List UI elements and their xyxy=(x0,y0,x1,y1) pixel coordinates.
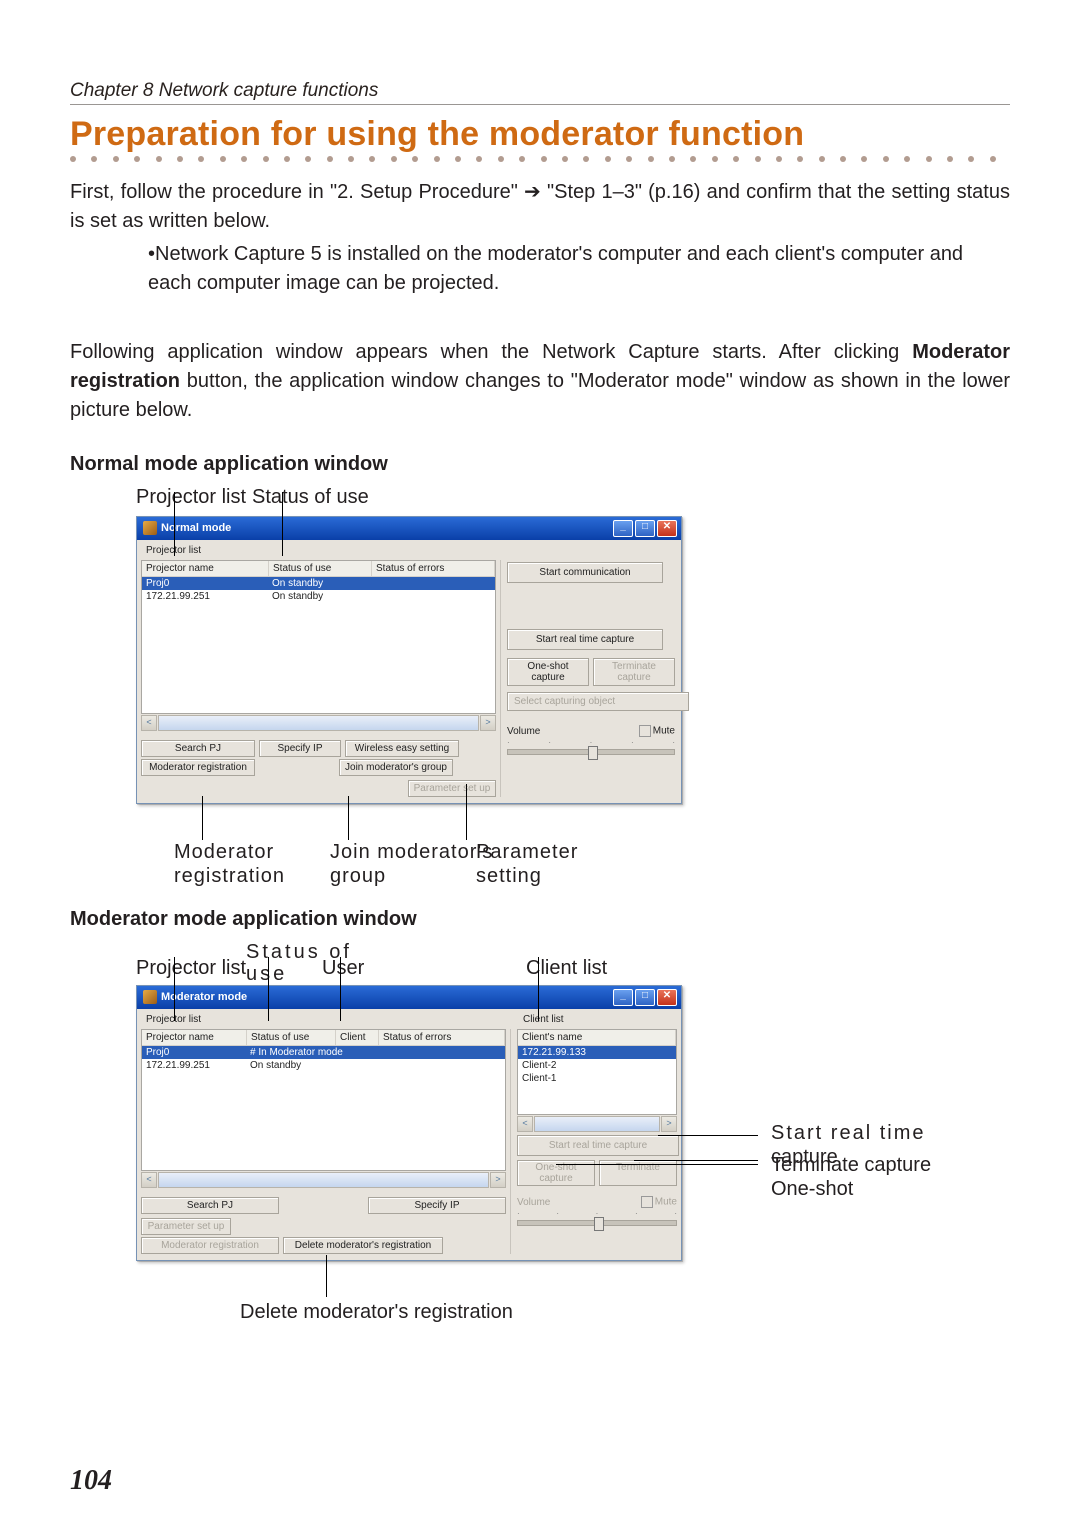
col-status-of-errors-2[interactable]: Status of errors xyxy=(379,1030,505,1045)
col-client[interactable]: Client xyxy=(336,1030,379,1045)
intro-paragraph-1: First, follow the procedure in "2. Setup… xyxy=(70,178,1010,236)
select-capturing-object-button[interactable]: Select capturing object xyxy=(507,692,689,711)
maximize-button[interactable]: □ xyxy=(635,520,655,537)
moderator-registration-button[interactable]: Moderator registration xyxy=(141,759,255,776)
header-rule xyxy=(70,104,1010,105)
close-button[interactable]: ✕ xyxy=(657,520,677,537)
page-title: Preparation for using the moderator func… xyxy=(70,115,1010,154)
moderator-window: Moderator mode _ □ ✕ Projector list Clie… xyxy=(136,985,682,1261)
normal-projector-table[interactable]: Projector name Status of use Status of e… xyxy=(141,560,496,714)
volume-label-2: Volume xyxy=(517,1197,641,1208)
callout-parameter: Parameter xyxy=(476,840,578,864)
chapter-header: Chapter 8 Network capture functions xyxy=(70,80,1010,102)
specify-ip-button[interactable]: Specify IP xyxy=(259,740,341,757)
minimize-button[interactable]: _ xyxy=(613,520,633,537)
annot-user: User xyxy=(322,957,364,980)
normal-annot-labels: Projector list Status of use xyxy=(136,486,1010,516)
mute-checkbox-2[interactable]: Mute xyxy=(641,1196,677,1208)
specify-ip-button-2[interactable]: Specify IP xyxy=(368,1197,506,1214)
col-projector-name-2[interactable]: Projector name xyxy=(142,1030,247,1045)
list-item[interactable]: Client-2 xyxy=(518,1059,676,1072)
start-realtime-button-2[interactable]: Start real time capture xyxy=(517,1135,679,1156)
minimize-button[interactable]: _ xyxy=(613,989,633,1006)
projector-list-label-2: Projector list xyxy=(140,1011,514,1025)
subheading-moderator: Moderator mode application window xyxy=(70,908,1010,931)
client-list-label: Client list xyxy=(517,1011,681,1025)
moderator-registration-button-2[interactable]: Moderator registration xyxy=(141,1237,279,1254)
list-item[interactable]: 172.21.99.133 xyxy=(518,1046,676,1059)
client-list-box[interactable]: Client's name 172.21.99.133 Client-2 Cli… xyxy=(517,1029,677,1115)
table-row[interactable]: Proj0 # In Moderator mode xyxy=(142,1046,505,1059)
col-clients-name[interactable]: Client's name xyxy=(518,1030,676,1045)
app-icon xyxy=(143,990,157,1004)
scroll-left-icon[interactable]: < xyxy=(141,715,157,731)
one-shot-button[interactable]: One-shot capture xyxy=(507,658,589,686)
col-status-of-use-2[interactable]: Status of use xyxy=(247,1030,336,1045)
moderator-window-block: Moderator mode _ □ ✕ Projector list Clie… xyxy=(136,985,1010,1261)
mute-checkbox[interactable]: Mute xyxy=(639,725,675,737)
moderator-titlebar: Moderator mode _ □ ✕ xyxy=(137,986,681,1009)
normal-window: Normal mode _ □ ✕ Projector list Project… xyxy=(136,516,682,804)
horizontal-scrollbar-2[interactable]: < > xyxy=(141,1173,506,1187)
normal-titlebar: Normal mode _ □ ✕ xyxy=(137,517,681,540)
maximize-button[interactable]: □ xyxy=(635,989,655,1006)
terminate-capture-button[interactable]: Terminate capture xyxy=(593,658,675,686)
wireless-easy-button[interactable]: Wireless easy setting xyxy=(345,740,459,757)
table-row[interactable]: Proj0 On standby xyxy=(142,577,495,590)
annot-status-of-use: Status of use xyxy=(252,486,369,509)
intro-paragraph-2: Following application window appears whe… xyxy=(70,338,1010,425)
scroll-right-icon[interactable]: > xyxy=(490,1172,506,1188)
volume-label: Volume xyxy=(507,726,639,737)
annot-projector-list-2: Projector list xyxy=(136,957,246,980)
list-item[interactable]: Client-1 xyxy=(518,1072,676,1085)
horizontal-scrollbar[interactable]: < > xyxy=(141,716,496,730)
col-status-of-errors[interactable]: Status of errors xyxy=(372,561,495,576)
search-pj-button[interactable]: Search PJ xyxy=(141,740,255,757)
join-moderators-group-button[interactable]: Join moderator's group xyxy=(339,759,453,776)
page-number: 104 xyxy=(70,1465,112,1497)
subheading-normal: Normal mode application window xyxy=(70,453,1010,476)
annot-projector-list: Projector list xyxy=(136,486,246,509)
client-scrollbar[interactable]: <> xyxy=(517,1117,677,1131)
close-button[interactable]: ✕ xyxy=(657,989,677,1006)
app-icon xyxy=(143,521,157,535)
delete-moderator-reg-button[interactable]: Delete moderator's registration xyxy=(283,1237,443,1254)
start-communication-button[interactable]: Start communication xyxy=(507,562,663,583)
start-realtime-button[interactable]: Start real time capture xyxy=(507,629,663,650)
normal-window-block: Normal mode _ □ ✕ Projector list Project… xyxy=(136,516,1010,804)
parameter-setup-button[interactable]: Parameter set up xyxy=(408,780,496,797)
scroll-right-icon[interactable]: > xyxy=(480,715,496,731)
callout-join-group: Join moderator's xyxy=(330,840,493,864)
table-row[interactable]: 172.21.99.251 On standby xyxy=(142,590,495,603)
bullet-1: •Network Capture 5 is installed on the m… xyxy=(148,240,1010,298)
callout-terminate: Terminate capture xyxy=(771,1153,931,1177)
col-status-of-use[interactable]: Status of use xyxy=(269,561,372,576)
title-dots xyxy=(70,156,1010,170)
search-pj-button-2[interactable]: Search PJ xyxy=(141,1197,279,1214)
normal-callouts: Moderator registration Join moderator's … xyxy=(136,810,1010,880)
callout-delete-reg: Delete moderator's registration xyxy=(240,1301,1010,1324)
callout-one-shot: One-shot xyxy=(771,1177,853,1201)
parameter-setup-button-2[interactable]: Parameter set up xyxy=(141,1218,231,1235)
callout-moderator-reg: Moderator xyxy=(174,840,285,864)
scroll-left-icon[interactable]: < xyxy=(141,1172,157,1188)
projector-list-label: Projector list xyxy=(140,542,681,556)
col-projector-name[interactable]: Projector name xyxy=(142,561,269,576)
volume-slider-2[interactable] xyxy=(517,1220,677,1226)
moderator-projector-table[interactable]: Projector name Status of use Client Stat… xyxy=(141,1029,506,1171)
table-row[interactable]: 172.21.99.251 On standby xyxy=(142,1059,505,1072)
volume-slider[interactable] xyxy=(507,749,675,755)
normal-title-text: Normal mode xyxy=(161,522,231,534)
